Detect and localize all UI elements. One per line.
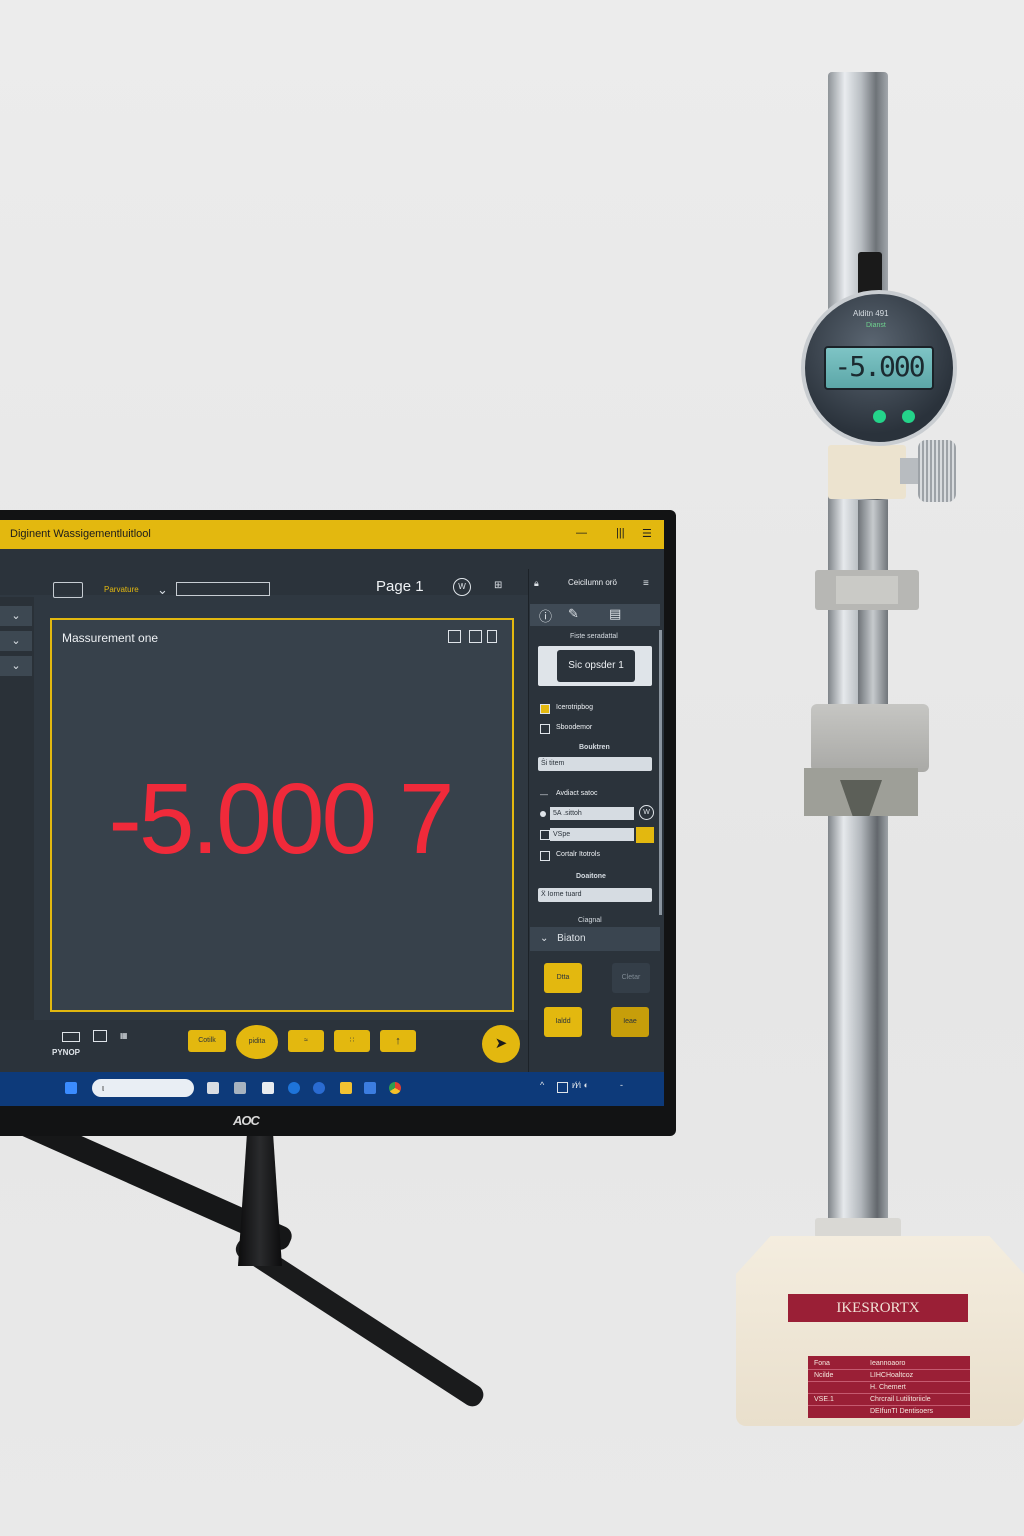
minimize-button[interactable]: — <box>576 527 587 539</box>
folder-icon[interactable] <box>340 1082 352 1094</box>
tray-display-icon[interactable] <box>557 1082 568 1093</box>
window-icon[interactable] <box>93 1030 107 1042</box>
checkbox-3[interactable] <box>540 830 550 840</box>
adjustment-knob <box>918 440 956 502</box>
section-label-4: Doaitone <box>576 873 606 880</box>
store-icon[interactable] <box>313 1082 325 1094</box>
section-label-2: Bouktren <box>579 744 610 751</box>
bottom-button-3[interactable]: ≈ <box>288 1030 324 1052</box>
section-label-5: Ciagnal <box>578 917 602 924</box>
right-panel-scrollbar[interactable] <box>659 630 662 915</box>
checkbox-1[interactable] <box>540 704 550 714</box>
lower-clamp <box>811 704 929 772</box>
base-collar <box>815 1218 901 1238</box>
spec-row: Ncilde LIHCHoaltcoz <box>808 1370 970 1382</box>
option-button[interactable]: Sic opsder 1 <box>557 650 635 682</box>
lock-icon[interactable]: 🔒︎ <box>534 578 539 589</box>
section-label-1: Fiste seradattal <box>570 633 618 640</box>
minus-icon: — <box>540 790 548 799</box>
bottom-button-4[interactable]: ∷ <box>334 1030 370 1052</box>
grid-button-2[interactable]: Cletar <box>612 963 650 993</box>
collapse-label: Biaton <box>557 933 586 944</box>
copy-icon[interactable] <box>487 630 497 643</box>
checkbox-2-label: Sboodemor <box>556 724 593 731</box>
checkbox-4-label: Cortalr Itotrols <box>556 851 600 858</box>
info-icon[interactable]: ⓘ <box>539 606 552 625</box>
pen-icon[interactable]: ✎ <box>568 606 579 622</box>
navigate-button[interactable]: ➤ <box>482 1025 520 1063</box>
right-panel-header: Ceicilumn orö <box>568 578 617 587</box>
panel-menu-icon[interactable]: ≡ <box>643 578 649 589</box>
rail-expand-button-1[interactable]: ⌄ <box>0 606 32 626</box>
chat-icon[interactable] <box>262 1082 274 1094</box>
bottom-left-label: PYNOP <box>52 1048 81 1057</box>
toolbar-input[interactable] <box>176 582 270 596</box>
checkbox-2[interactable] <box>540 724 550 734</box>
monitor-icon[interactable] <box>62 1032 80 1042</box>
menu-button[interactable]: ☰ <box>642 527 652 540</box>
grid-button-3[interactable]: Ialdd <box>544 1007 582 1037</box>
dial-button-right <box>902 410 915 423</box>
app-title: Diginent Wassigementluitlool <box>10 528 151 540</box>
chevron-down-icon[interactable]: ⌄ <box>157 582 168 598</box>
app-icon[interactable] <box>364 1082 376 1094</box>
expand-icon[interactable] <box>448 630 461 643</box>
upper-clamp-inner <box>836 576 898 604</box>
panel-title: Massurement one <box>62 631 159 645</box>
monitor-screen: Diginent Wassigementluitlool — ||| ☰ Par… <box>0 520 664 1106</box>
grid-icon[interactable]: ⊞ <box>494 580 502 591</box>
spec-row: DEIfunTI Dentisoers <box>870 1408 934 1415</box>
select-1[interactable]: Ŝi titem <box>538 757 652 771</box>
page-label: Page 1 <box>376 578 424 595</box>
notification-icon[interactable]: - <box>620 1080 623 1090</box>
grid-button-4[interactable]: Ieae <box>611 1007 649 1037</box>
bottom-button-1[interactable]: Cotilk <box>188 1030 226 1052</box>
select-2[interactable]: Ẍ Iorne tuard <box>538 888 652 902</box>
list-icon[interactable] <box>469 630 482 643</box>
waveform-small-icon[interactable]: W <box>639 805 654 820</box>
lcd-reading: -5.000 <box>834 350 925 383</box>
waveform-icon[interactable]: W <box>453 578 471 596</box>
tray-status: ι⁄ι⁄ι ◐ <box>572 1080 589 1090</box>
field-2[interactable]: VSpe <box>550 828 634 841</box>
spec-row: H. Chemert <box>808 1382 970 1394</box>
toolbar-field-label: Parvature <box>104 585 139 594</box>
measurement-value: -5.000 7 <box>108 763 455 875</box>
dial-button-left <box>873 410 886 423</box>
checkbox-1-label: Icerotripbog <box>556 704 593 711</box>
grid-small-icon[interactable]: ▦ <box>120 1031 128 1040</box>
field-1[interactable]: 5A .sittoh <box>550 807 634 820</box>
app-titlebar: Diginent Wassigementluitlool — ||| ☰ <box>0 520 664 549</box>
color-swatch[interactable] <box>636 827 654 843</box>
base-logo: IKESRORTX <box>788 1294 968 1322</box>
gauge-bracket <box>828 445 906 499</box>
rail-expand-button-3[interactable]: ⌄ <box>0 656 32 676</box>
rail-expand-button-2[interactable]: ⌄ <box>0 631 32 651</box>
grid-button-1[interactable]: Dtta <box>544 963 582 993</box>
radio-button[interactable] <box>540 811 546 817</box>
dial-subtitle: Dianst <box>866 322 886 329</box>
document-icon[interactable]: ▤ <box>609 606 621 622</box>
monitor-stand-neck <box>238 1136 282 1266</box>
chevron-down-icon: ⌄ <box>540 933 549 944</box>
chrome-icon[interactable] <box>389 1082 401 1094</box>
bottom-button-5[interactable]: ↑ <box>380 1030 416 1052</box>
monitor-brand-logo: AOC <box>233 1113 260 1128</box>
widgets-icon[interactable] <box>234 1082 246 1094</box>
dial-brand: Alditn 491 <box>853 309 889 318</box>
spec-row: VSE.1 Chrcrail Lutilitoriicle <box>808 1394 970 1406</box>
section-label-3: Avdiact satoc <box>556 790 598 797</box>
taskview-icon[interactable] <box>207 1082 219 1094</box>
checkbox-4[interactable] <box>540 851 550 861</box>
collapse-header[interactable]: ⌄ Biaton <box>530 927 660 951</box>
bottom-button-2[interactable]: pidita <box>236 1025 278 1059</box>
layout-icon[interactable] <box>53 582 83 598</box>
edge-icon[interactable] <box>288 1082 300 1094</box>
spec-row: Fona Ieannoaoro <box>808 1358 970 1370</box>
tray-chevron-icon[interactable]: ^ <box>540 1080 544 1090</box>
search-input[interactable]: ι <box>92 1079 194 1097</box>
windows-icon[interactable] <box>65 1082 77 1094</box>
maximize-button[interactable]: ||| <box>616 527 625 539</box>
